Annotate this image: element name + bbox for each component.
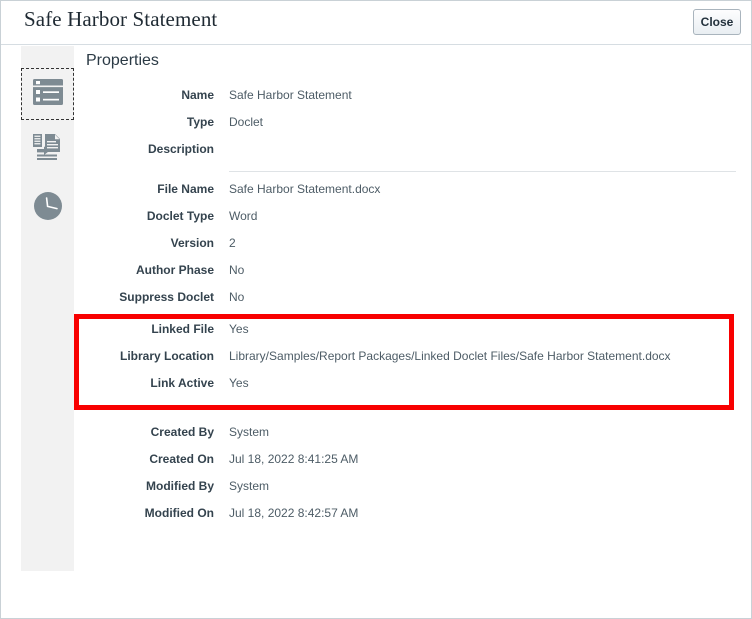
sidebar-icon-rail — [21, 46, 74, 571]
property-label: Name — [181, 88, 214, 102]
property-label: Created By — [150, 425, 214, 439]
property-row-linked-file: Linked File Yes — [74, 318, 751, 345]
property-label: Version — [170, 236, 214, 250]
property-row-version: Version 2 — [74, 232, 751, 259]
references-document-icon — [32, 133, 64, 169]
property-value: Yes — [229, 322, 249, 336]
sidebar-item-references[interactable] — [21, 125, 74, 177]
property-label: Modified On — [144, 506, 214, 520]
close-button[interactable]: Close — [693, 9, 741, 35]
property-label: Doclet Type — [146, 209, 214, 223]
property-row-file-name: File Name Safe Harbor Statement.docx — [74, 178, 751, 205]
property-label: Created On — [149, 452, 214, 466]
property-row-description: Description — [74, 138, 751, 165]
property-value: Jul 18, 2022 8:41:25 AM — [229, 452, 359, 466]
form-group-file: File Name Safe Harbor Statement.docx Doc… — [74, 178, 751, 313]
property-row-name: Name Safe Harbor Statement — [74, 84, 751, 111]
property-value: Library/Samples/Report Packages/Linked D… — [229, 349, 671, 363]
property-label: Suppress Doclet — [119, 290, 214, 304]
property-label: Author Phase — [135, 263, 214, 277]
property-label: Type — [186, 115, 214, 129]
property-row-created-on: Created On Jul 18, 2022 8:41:25 AM — [74, 448, 751, 475]
property-label: Description — [147, 142, 214, 156]
property-value: Doclet — [229, 115, 264, 129]
property-row-link-active: Link Active Yes — [74, 372, 751, 399]
property-value: System — [229, 479, 270, 493]
property-label: Linked File — [151, 322, 214, 336]
form-group-audit: Created By System Created On Jul 18, 202… — [74, 421, 751, 529]
property-label: Library Location — [119, 349, 214, 363]
property-value: No — [229, 263, 245, 277]
property-row-modified-by: Modified By System — [74, 475, 751, 502]
property-row-modified-on: Modified On Jul 18, 2022 8:42:57 AM — [74, 502, 751, 529]
property-row-library-location: Library Location Library/Samples/Report … — [74, 345, 751, 372]
property-value: System — [229, 425, 270, 439]
form-group-identity: Name Safe Harbor Statement Type Doclet D… — [74, 84, 751, 165]
dialog-body: Properties Name Safe Harbor Statement Ty… — [1, 46, 751, 618]
property-row-suppress-doclet: Suppress Doclet No — [74, 286, 751, 313]
properties-list-icon — [32, 78, 63, 110]
properties-panel: Properties Name Safe Harbor Statement Ty… — [74, 46, 751, 618]
property-value: Word — [229, 209, 258, 223]
property-row-author-phase: Author Phase No — [74, 259, 751, 286]
property-value: 2 — [229, 236, 236, 250]
properties-dialog: Safe Harbor Statement Close Properties N… — [0, 0, 752, 619]
property-value: Safe Harbor Statement — [229, 88, 352, 102]
property-value: No — [229, 290, 245, 304]
form-group-link: Linked File Yes Library Location Library… — [74, 318, 751, 399]
sidebar-item-properties[interactable] — [21, 68, 74, 120]
property-label: Modified By — [146, 479, 214, 493]
property-row-type: Type Doclet — [74, 111, 751, 138]
sidebar-item-history[interactable] — [21, 182, 74, 234]
property-value: Yes — [229, 376, 249, 390]
property-value: Safe Harbor Statement.docx — [229, 182, 381, 196]
property-label: File Name — [157, 182, 214, 196]
property-row-created-by: Created By System — [74, 421, 751, 448]
property-row-doclet-type: Doclet Type Word — [74, 205, 751, 232]
dialog-header: Safe Harbor Statement Close — [1, 1, 751, 45]
history-clock-icon — [33, 191, 63, 226]
properties-heading: Properties — [86, 52, 159, 69]
property-label: Link Active — [150, 376, 214, 390]
page-title: Safe Harbor Statement — [24, 7, 218, 31]
property-value: Jul 18, 2022 8:42:57 AM — [229, 506, 359, 520]
section-divider — [229, 171, 736, 172]
